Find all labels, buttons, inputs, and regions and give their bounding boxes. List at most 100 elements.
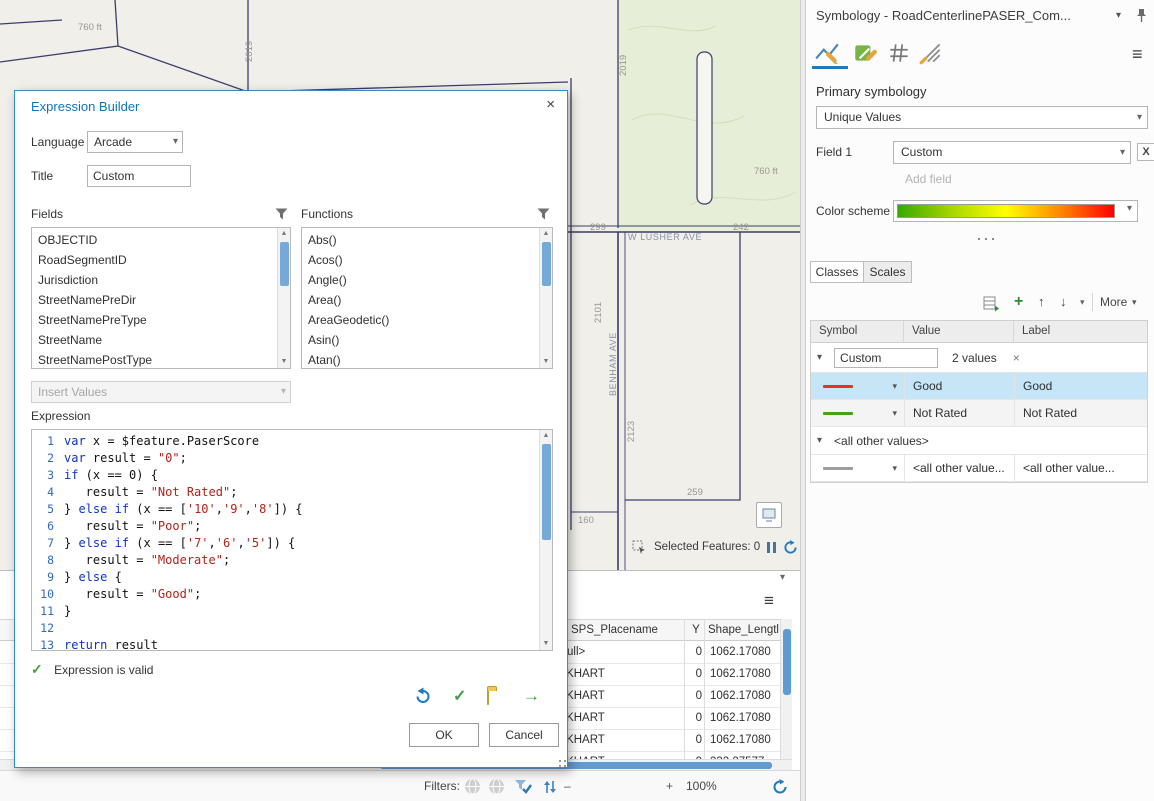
table-menu-icon[interactable]: ≡ (764, 592, 774, 609)
more-button[interactable]: More (1100, 292, 1127, 312)
globe-icon[interactable] (488, 778, 505, 798)
label-cell[interactable]: Not Rated (1014, 400, 1147, 426)
move-down-button[interactable]: ↓ (1060, 292, 1067, 312)
vertical-scrollbar[interactable] (780, 619, 792, 759)
function-item[interactable]: Atan() (302, 350, 538, 368)
label-cell[interactable]: <all other value... (1014, 455, 1147, 481)
symbol-dropdown-icon[interactable]: ▾ (892, 408, 897, 419)
line-symbol[interactable] (823, 412, 853, 415)
remove-group-icon[interactable]: × (1013, 351, 1020, 365)
scrollbar-thumb[interactable] (280, 242, 289, 286)
column-header-placename[interactable]: SPS_Placename (571, 620, 658, 640)
symbol-cell[interactable]: ▾ (811, 400, 904, 426)
value-row-all-other[interactable]: ▾ <all other value... <all other value..… (811, 455, 1147, 482)
value-cell[interactable]: Good (904, 373, 1014, 399)
scroll-up-icon[interactable]: ▲ (278, 228, 290, 240)
open-file-button[interactable] (487, 689, 489, 705)
symbol-dropdown-icon[interactable]: ▾ (892, 463, 897, 474)
scroll-down-icon[interactable]: ▼ (278, 356, 290, 368)
zoom-level[interactable]: 100% (686, 771, 717, 801)
function-item[interactable]: Area() (302, 290, 538, 310)
tab-classes[interactable]: Classes (810, 261, 864, 283)
column-header-shape-length[interactable]: Shape_Lengtl (708, 620, 779, 640)
symbol-layer-drawing-tab-icon[interactable] (886, 40, 912, 69)
scrollbar-thumb[interactable] (542, 242, 551, 286)
title-input[interactable] (87, 165, 191, 187)
function-item[interactable]: Abs() (302, 230, 538, 250)
undo-button[interactable] (413, 687, 432, 709)
pane-options-menu-icon[interactable]: ≡ (1132, 44, 1143, 65)
cancel-button[interactable]: Cancel (489, 723, 559, 747)
function-item[interactable]: Angle() (302, 270, 538, 290)
up-down-arrows-icon[interactable] (542, 779, 558, 798)
pause-drawing-button[interactable] (767, 541, 777, 553)
language-select[interactable]: Arcade ▾ (87, 131, 183, 153)
field-item[interactable]: StreetNamePreType (32, 310, 276, 330)
pin-icon[interactable] (1136, 8, 1147, 26)
set-expression-button[interactable]: X (1137, 143, 1154, 161)
refresh-icon[interactable] (783, 539, 798, 555)
group-name-box[interactable]: Custom (834, 347, 939, 368)
pane-menu-caret-icon[interactable]: ▾ (1116, 10, 1121, 21)
functions-list[interactable]: Abs() Acos() Angle() Area() AreaGeodetic() As… (301, 227, 553, 369)
group-row-all-other-values[interactable]: ▾ <all other values> (811, 427, 1147, 455)
value-row-good[interactable]: ▾ Good Good (811, 373, 1147, 400)
chevron-down-icon[interactable]: ▾ (1132, 292, 1137, 312)
line-symbol[interactable] (823, 385, 853, 388)
symbol-dropdown-icon[interactable]: ▾ (892, 381, 897, 392)
zoom-out-button[interactable]: – (564, 771, 571, 801)
field-item[interactable]: StreetNamePreDir (32, 290, 276, 310)
group-row-custom[interactable]: ▾ Custom 2 values × (811, 343, 1147, 373)
chevron-down-icon[interactable]: ▾ (817, 435, 822, 446)
primary-symbology-tab-icon[interactable] (814, 40, 840, 69)
vary-symbology-tab-icon[interactable] (852, 40, 878, 69)
field-item[interactable]: Jurisdiction (32, 270, 276, 290)
zoom-in-button[interactable]: + (666, 771, 673, 801)
field-item[interactable]: OBJECTID (32, 230, 276, 250)
function-item[interactable]: AreaGeodetic() (302, 310, 538, 330)
symbology-type-select[interactable]: Unique Values ▾ (816, 106, 1148, 129)
resize-grip[interactable] (559, 760, 561, 762)
value-cell[interactable]: Not Rated (904, 400, 1014, 426)
fields-filter-icon[interactable] (275, 208, 288, 223)
ok-button[interactable]: OK (409, 723, 479, 747)
fields-list[interactable]: OBJECTID RoadSegmentID Jurisdiction StreetN… (31, 227, 291, 369)
field-item[interactable]: StreetName (32, 330, 276, 350)
scrollbar-thumb[interactable] (542, 444, 551, 540)
filter-check-icon[interactable] (514, 779, 532, 798)
color-scheme-select[interactable]: ▾ (893, 200, 1138, 222)
refresh-icon[interactable] (772, 779, 788, 798)
tab-scales[interactable]: Scales (864, 261, 912, 283)
add-value-button[interactable]: + (1014, 292, 1023, 312)
chevron-down-icon[interactable]: ▾ (817, 352, 822, 363)
advanced-symbology-tab-icon[interactable] (918, 40, 944, 69)
globe-icon[interactable] (464, 778, 481, 798)
vertical-scrollbar-thumb[interactable] (783, 629, 791, 695)
more-arrows-caret-icon[interactable]: ▾ (1080, 292, 1085, 312)
move-up-button[interactable]: ↑ (1038, 292, 1045, 312)
column-header-y[interactable]: Y (688, 620, 704, 640)
verify-button[interactable]: ✓ (453, 686, 466, 706)
scroll-down-icon[interactable]: ▼ (540, 356, 552, 368)
scroll-up-icon[interactable]: ▲ (540, 430, 552, 442)
scroll-up-icon[interactable]: ▲ (540, 228, 552, 240)
function-item[interactable]: Asin() (302, 330, 538, 350)
functions-filter-icon[interactable] (537, 208, 550, 223)
export-button[interactable]: → (523, 687, 540, 705)
value-cell[interactable]: <all other value... (904, 455, 1014, 481)
add-all-values-button[interactable] (982, 294, 1000, 318)
symbol-cell[interactable]: ▾ (811, 455, 904, 481)
scroll-down-icon[interactable]: ▼ (540, 638, 552, 650)
code-scrollbar[interactable]: ▲ ▼ (539, 430, 552, 650)
symbol-cell[interactable]: ▾ (811, 373, 904, 399)
close-icon[interactable]: × (546, 97, 555, 113)
expression-code[interactable]: var x = $feature.PaserScore var result = … (64, 433, 538, 650)
functions-scrollbar[interactable]: ▲ ▼ (539, 228, 552, 368)
field1-select[interactable]: Custom ▾ (893, 141, 1131, 164)
pane-grip-dots[interactable] (978, 238, 980, 240)
expression-code-editor[interactable]: 1 2 3 4 5 6 7 8 9 10 11 12 13 var x = $feature.Paser… (31, 429, 553, 651)
map-navigation-button[interactable] (756, 502, 782, 528)
collapse-pane-icon[interactable]: ▾ (780, 572, 785, 583)
line-symbol[interactable] (823, 467, 853, 470)
value-row-not-rated[interactable]: ▾ Not Rated Not Rated (811, 400, 1147, 427)
